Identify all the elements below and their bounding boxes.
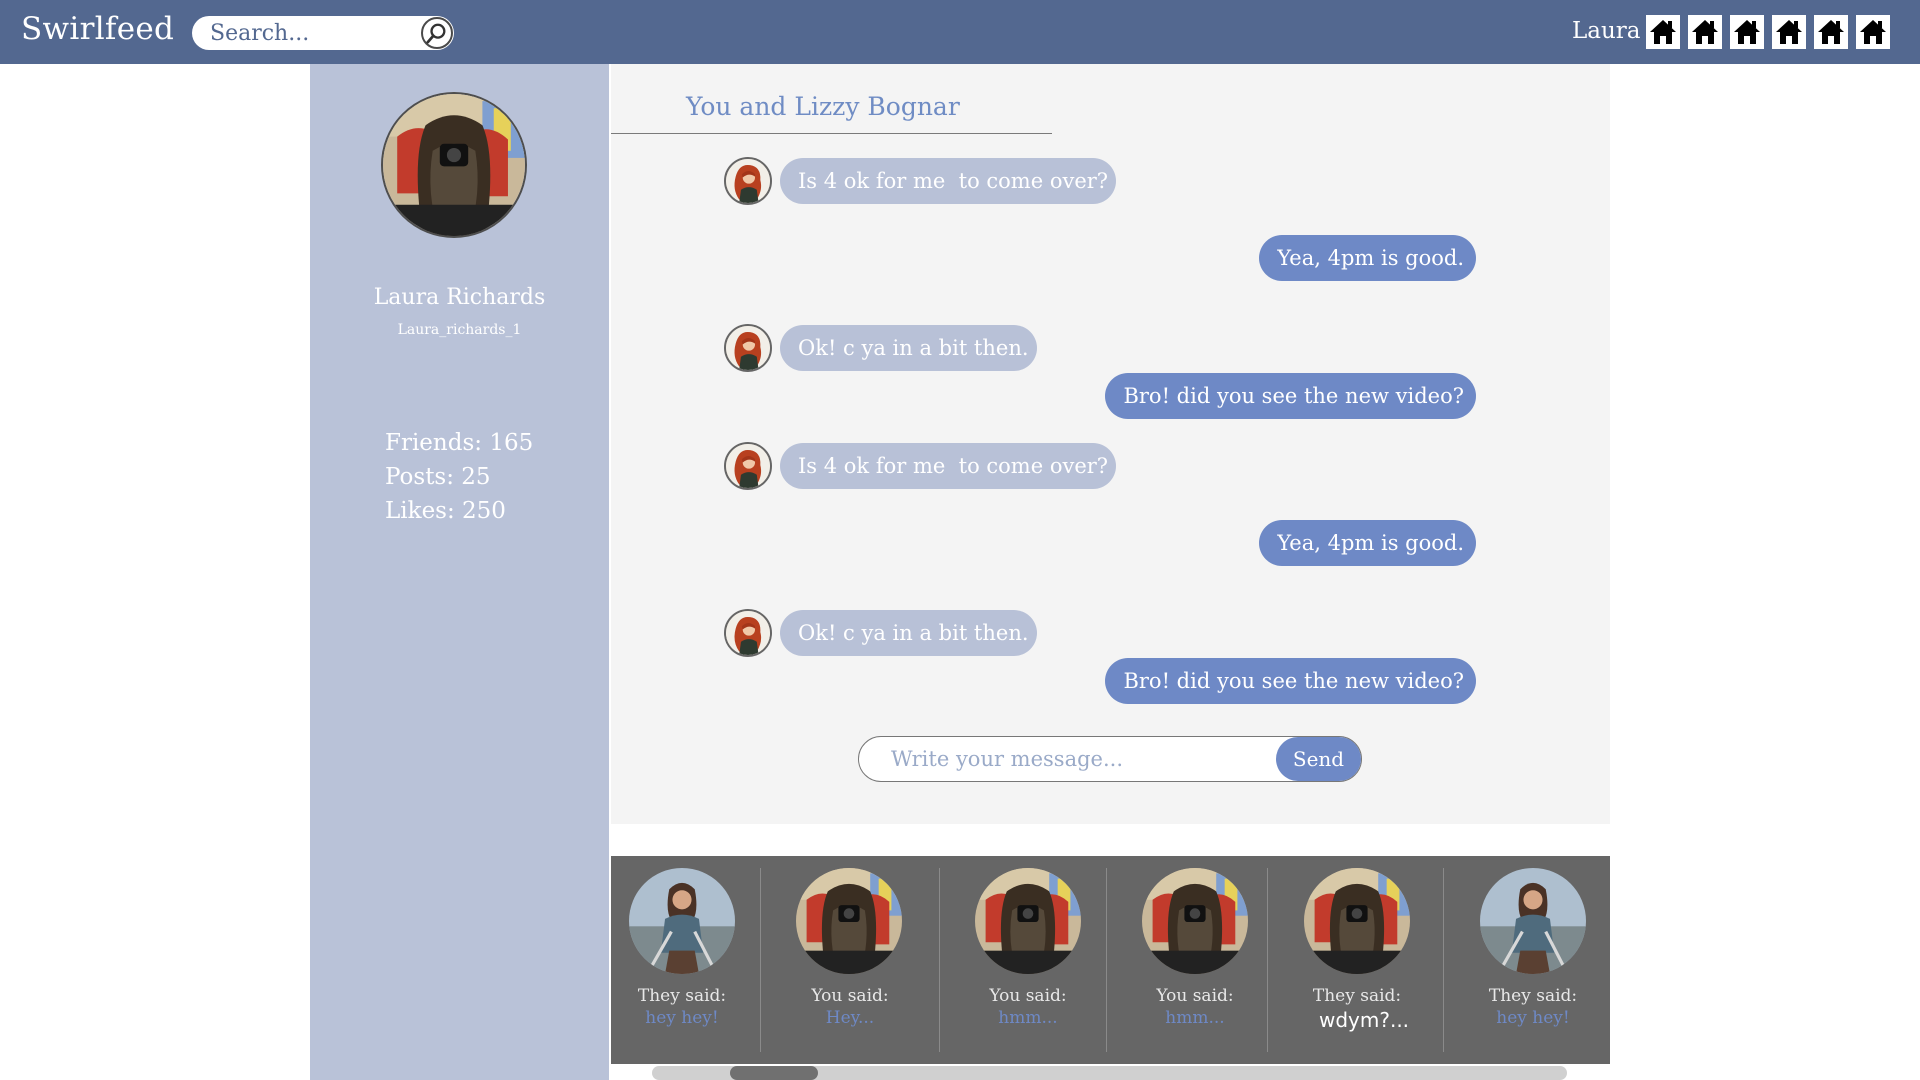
profile-avatar[interactable] [381,92,527,238]
incoming-message-bubble: Ok! c ya in a bit then. [780,610,1037,656]
conversation-preview: Hey... [825,1008,875,1028]
home-icon [1650,20,1676,44]
incoming-message: Is 4 ok for me to come over? [724,442,1117,490]
conversation-avatar [1142,868,1248,974]
sender-avatar[interactable] [724,324,772,372]
current-user-name[interactable]: Laura [1572,18,1641,44]
sender-avatar[interactable] [724,609,772,657]
home-button[interactable] [1856,15,1890,49]
header-icon-group [1646,15,1890,49]
conversation-item[interactable]: You said: Hey... [761,856,939,1064]
conversation-item[interactable]: They said: hey hey! [1443,856,1610,1064]
conversation-preview: hey hey! [645,1008,719,1028]
conversation-list: They said: hey hey! You said: Hey... You… [611,856,1610,1064]
outgoing-message-bubble: Bro! did you see the new video? [1105,658,1476,704]
send-button[interactable]: Send [1276,737,1361,781]
search-input[interactable] [210,18,410,48]
home-button[interactable] [1688,15,1722,49]
conversation-item[interactable]: They said: wdym?... [1267,856,1443,1064]
conversation-label: You said: [811,986,889,1006]
conversation-item[interactable]: They said: hey hey! [611,856,761,1064]
app-logo[interactable]: Swirlfeed [21,11,174,47]
chat-title-divider [611,133,1052,134]
conversation-label: They said: [1312,986,1402,1006]
home-button[interactable] [1646,15,1680,49]
search-button[interactable] [421,17,453,49]
chat-title[interactable]: You and Lizzy Bognar [686,92,960,121]
home-icon [1692,20,1718,44]
conversation-preview: wdym?... [1318,1008,1410,1032]
home-icon [1818,20,1844,44]
home-button[interactable] [1814,15,1848,49]
sender-avatar[interactable] [724,157,772,205]
scrollbar-thumb[interactable] [730,1066,818,1080]
posts-count: Posts: 25 [385,464,491,490]
chat-panel: You and Lizzy Bognar Is 4 ok for me to c… [611,64,1610,824]
incoming-message-bubble: Is 4 ok for me to come over? [780,443,1117,489]
conversation-item[interactable]: You said: hmm... [939,856,1106,1064]
profile-stats: Friends: 165 Posts: 25 Likes: 250 [385,426,533,528]
conversation-preview: hmm... [998,1008,1058,1028]
search-icon [426,23,446,44]
conversation-preview: hey hey! [1496,1008,1570,1028]
sender-avatar[interactable] [724,442,772,490]
conversation-label: You said: [1156,986,1234,1006]
horizontal-scrollbar[interactable] [652,1066,1567,1080]
conversation-label: They said: [1488,986,1578,1006]
incoming-message: Ok! c ya in a bit then. [724,324,1037,372]
outgoing-message-bubble: Yea, 4pm is good. [1259,235,1476,281]
incoming-message: Ok! c ya in a bit then. [724,609,1037,657]
top-navigation-bar: Swirlfeed Laura [0,0,1920,64]
conversation-preview: hmm... [1165,1008,1225,1028]
conversation-avatar [1304,868,1410,974]
profile-name[interactable]: Laura Richards [310,285,609,310]
likes-count: Likes: 250 [385,498,506,524]
outgoing-message-bubble: Yea, 4pm is good. [1259,520,1476,566]
conversation-avatar [796,868,902,974]
profile-handle: Laura_richards_1 [397,322,522,338]
home-icon [1734,20,1760,44]
conversation-avatar [975,868,1081,974]
incoming-message-bubble: Is 4 ok for me to come over? [780,158,1117,204]
incoming-message-bubble: Ok! c ya in a bit then. [780,325,1037,371]
conversation-avatar [629,868,735,974]
conversation-item[interactable]: You said: hmm... [1106,856,1267,1064]
conversation-label: They said: [637,986,727,1006]
home-icon [1860,20,1886,44]
conversation-label: You said: [989,986,1067,1006]
search-box [192,16,454,50]
home-button[interactable] [1730,15,1764,49]
outgoing-message-bubble: Bro! did you see the new video? [1105,373,1476,419]
friends-count: Friends: 165 [385,430,534,456]
home-button[interactable] [1772,15,1806,49]
conversation-avatar [1480,868,1586,974]
profile-sidebar: Laura Richards Laura_richards_1 Friends:… [310,64,609,1080]
incoming-message: Is 4 ok for me to come over? [724,157,1117,205]
home-icon [1776,20,1802,44]
message-input[interactable] [891,743,1271,775]
